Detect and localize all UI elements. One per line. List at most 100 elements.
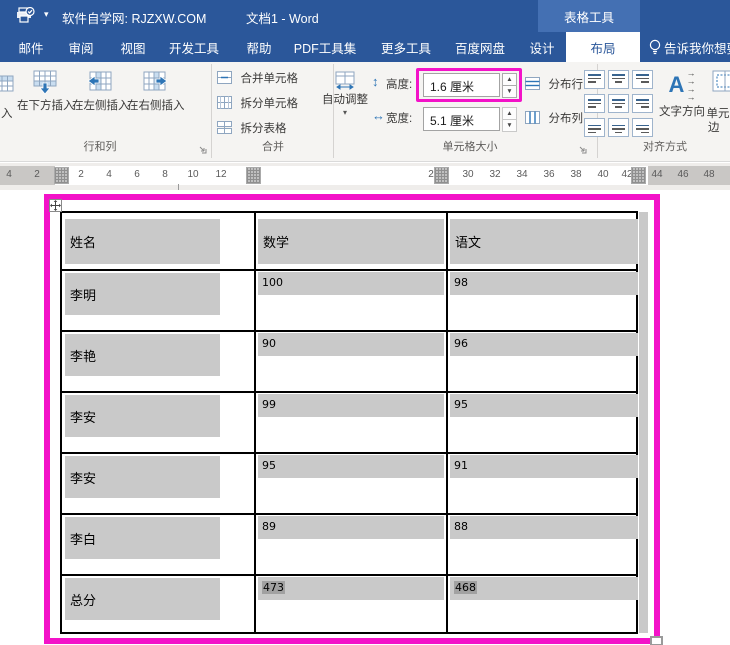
ruler-number: 12 xyxy=(215,169,227,180)
tab-view[interactable]: 视图 xyxy=(112,32,154,62)
table-cell[interactable]: 468 xyxy=(450,577,638,600)
row-border[interactable] xyxy=(62,513,636,515)
split-cells-button[interactable]: 拆分单元格 xyxy=(217,94,298,112)
cell-margins-partial-icon[interactable] xyxy=(712,70,730,94)
table-cell[interactable]: 88 xyxy=(450,516,638,539)
insert-below-button[interactable]: 在下方插入 xyxy=(17,70,75,114)
table-cell[interactable]: 95 xyxy=(450,394,638,417)
distribute-columns-button[interactable]: 分布列 xyxy=(525,109,583,127)
insert-above-partial-icon[interactable] xyxy=(0,72,16,96)
quick-print-icon[interactable] xyxy=(14,7,38,26)
ruler-table-column-marker[interactable] xyxy=(631,167,646,184)
row-border[interactable] xyxy=(62,330,636,332)
table-cell[interactable]: 98 xyxy=(450,272,638,295)
width-input[interactable] xyxy=(423,107,500,131)
align-bottom-left-button[interactable] xyxy=(584,118,605,137)
table-move-handle[interactable] xyxy=(49,199,62,212)
split-table-button[interactable]: 拆分表格 xyxy=(217,119,286,137)
autofit-button[interactable]: 自动调整 ▾ xyxy=(318,70,372,117)
tab-pdf-tools[interactable]: PDF工具集 xyxy=(288,32,362,62)
table-cell[interactable]: 473 xyxy=(258,577,444,600)
tell-me-lightbulb-icon xyxy=(648,39,662,56)
tab-help[interactable]: 帮助 xyxy=(238,32,280,62)
insert-left-button[interactable]: 在左侧插入 xyxy=(72,70,130,114)
table-cell[interactable]: 姓名 xyxy=(65,219,220,264)
qat-customize-caret-icon[interactable]: ▾ xyxy=(44,9,49,20)
insert-left-icon xyxy=(87,71,112,91)
align-top-center-button[interactable] xyxy=(608,70,629,89)
merge-cells-label: 合并单元格 xyxy=(240,73,298,85)
column-border[interactable] xyxy=(254,213,256,632)
contextual-tools-label: 表格工具 xyxy=(563,10,614,25)
end-of-row-selection-strip xyxy=(639,212,648,633)
table-cell[interactable]: 96 xyxy=(450,333,638,356)
align-center-right-button[interactable] xyxy=(632,94,653,113)
tab-mail[interactable]: 邮件 xyxy=(10,32,52,62)
row-border[interactable] xyxy=(62,269,636,271)
insert-below-icon xyxy=(33,70,57,95)
tab-more-tools[interactable]: 更多工具 xyxy=(374,32,438,62)
ruler-number: 46 xyxy=(677,169,689,180)
tab-review[interactable]: 审阅 xyxy=(60,32,102,62)
table-cell[interactable]: 89 xyxy=(258,516,444,539)
table-cell[interactable]: 数学 xyxy=(258,219,444,264)
table-cell[interactable]: 李明 xyxy=(65,273,220,315)
table-cell[interactable]: 李安 xyxy=(65,456,220,498)
ruler: 4 2 2 4 6 8 10 12 2 30 32 34 36 38 40 42… xyxy=(0,163,730,190)
group-label-cell-size: 单元格大小 xyxy=(442,141,498,153)
merge-cells-button[interactable]: 合并单元格 xyxy=(217,69,298,87)
tab-layout-active[interactable]: 布局 xyxy=(566,32,640,62)
distribute-rows-button[interactable]: 分布行 xyxy=(525,75,583,93)
row-border[interactable] xyxy=(62,391,636,393)
document-page[interactable]: 姓名 数学 语文 李明 100 98 李艳 90 96 李安 99 95 李安 … xyxy=(0,190,730,645)
ruler-number: 2 xyxy=(34,169,40,180)
ruler-table-column-marker[interactable] xyxy=(434,167,449,184)
ruler-number: 30 xyxy=(462,169,474,180)
rows-columns-dialog-launcher-icon[interactable] xyxy=(197,144,207,154)
insert-right-button[interactable]: 在右侧插入 xyxy=(127,70,185,114)
tab-baidu-netdisk[interactable]: 百度网盘 xyxy=(448,32,512,62)
insert-above-partial-label[interactable]: 入 xyxy=(1,105,13,121)
row-border[interactable] xyxy=(62,452,636,454)
table-cell[interactable]: 李安 xyxy=(65,395,220,437)
ruler-table-column-marker[interactable] xyxy=(246,167,261,184)
table-cell[interactable]: 95 xyxy=(258,455,444,478)
width-spin-down-button[interactable]: ▼ xyxy=(502,119,517,132)
insert-right-icon xyxy=(143,71,168,91)
tab-developer[interactable]: 开发工具 xyxy=(162,32,226,62)
table-cell[interactable]: 99 xyxy=(258,394,444,417)
table-cell[interactable]: 总分 xyxy=(65,578,220,620)
tell-me-box[interactable]: 告诉我你想要 xyxy=(664,32,730,62)
align-bottom-center-button[interactable] xyxy=(608,118,629,137)
distribute-columns-label: 分布列 xyxy=(548,113,583,125)
table-cell[interactable]: 100 xyxy=(258,272,444,295)
tab-design[interactable]: 设计 xyxy=(518,32,566,62)
move-cross-icon xyxy=(50,200,61,211)
ruler-number: 10 xyxy=(187,169,199,180)
align-top-right-button[interactable] xyxy=(632,70,653,89)
ruler-table-column-marker[interactable] xyxy=(54,167,69,184)
table-cell[interactable]: 李白 xyxy=(65,517,220,559)
table-cell[interactable]: 91 xyxy=(450,455,638,478)
cell-margins-partial-label-line2[interactable]: 边 xyxy=(708,119,720,135)
column-width-icon: ↔ xyxy=(372,108,385,123)
column-border[interactable] xyxy=(446,213,448,632)
insert-below-label: 在下方插入 xyxy=(17,100,75,112)
row-border[interactable] xyxy=(62,574,636,576)
group-label-alignment: 对齐方式 xyxy=(643,141,687,153)
align-bottom-right-button[interactable] xyxy=(632,118,653,137)
ribbon-tab-row: 邮件 审阅 视图 开发工具 帮助 PDF工具集 更多工具 百度网盘 设计 布局 … xyxy=(0,32,730,62)
align-top-left-button[interactable] xyxy=(584,70,605,89)
ruler-number: 48 xyxy=(703,169,715,180)
data-table[interactable]: 姓名 数学 语文 李明 100 98 李艳 90 96 李安 99 95 李安 … xyxy=(60,211,638,634)
table-cell[interactable]: 语文 xyxy=(450,219,638,264)
table-resize-handle[interactable] xyxy=(650,636,663,645)
align-center-left-button[interactable] xyxy=(584,94,605,113)
align-center-button[interactable] xyxy=(608,94,629,113)
cell-size-dialog-launcher-icon[interactable] xyxy=(577,144,587,154)
formula-field: 473 xyxy=(262,581,285,594)
ruler-strip[interactable]: 4 2 2 4 6 8 10 12 2 30 32 34 36 38 40 42… xyxy=(0,166,730,185)
table-cell[interactable]: 李艳 xyxy=(65,334,220,376)
table-cell[interactable]: 90 xyxy=(258,333,444,356)
ruler-number: 6 xyxy=(134,169,140,180)
